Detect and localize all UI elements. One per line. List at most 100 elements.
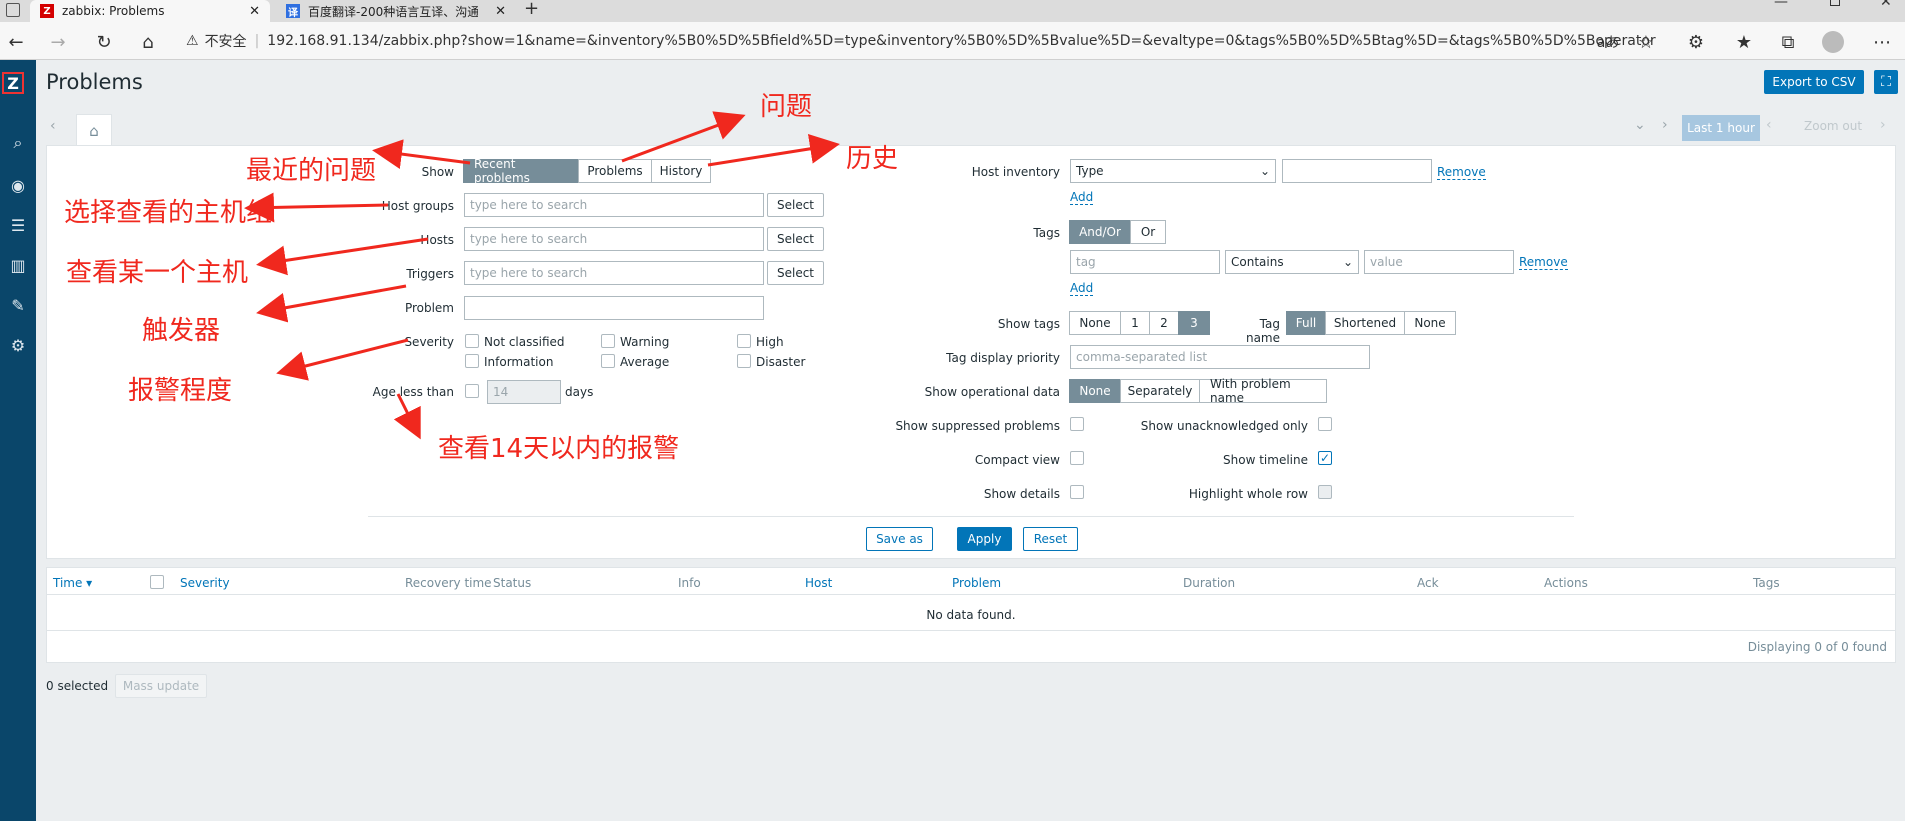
age-checkbox[interactable] [465, 384, 479, 398]
severity-high-label: High [756, 335, 784, 349]
inventory-list-icon[interactable]: ☰ [0, 213, 36, 237]
select-all-checkbox[interactable] [150, 575, 164, 589]
close-icon[interactable]: ✕ [249, 4, 260, 19]
severity-high-checkbox[interactable] [737, 334, 751, 348]
administration-gear-icon[interactable]: ⚙ [0, 333, 36, 357]
op-data-none[interactable]: None [1069, 379, 1121, 403]
time-last-1-hour[interactable]: Last 1 hour [1682, 115, 1760, 141]
tags-or[interactable]: Or [1130, 220, 1166, 244]
host-groups-select-button[interactable]: Select [767, 193, 824, 217]
tab-actions-icon[interactable] [6, 3, 20, 17]
tag-input[interactable]: tag [1070, 250, 1220, 274]
url-field[interactable]: ⚠ 不安全 | 192.168.91.134/zabbix.php?show=1… [186, 27, 1656, 55]
save-as-button[interactable]: Save as [866, 527, 933, 551]
favorites-icon[interactable]: ★ [1732, 30, 1756, 54]
time-next-icon[interactable]: › [1880, 117, 1886, 133]
hosts-select-button[interactable]: Select [767, 227, 824, 251]
suppressed-checkbox[interactable] [1070, 417, 1084, 431]
inventory-remove-link[interactable]: Remove [1437, 165, 1486, 180]
tag-operator-select[interactable]: Contains ⌄ [1225, 250, 1359, 274]
extensions-icon[interactable]: ⚙ [1684, 30, 1708, 54]
monitoring-eye-icon[interactable]: ◉ [0, 173, 36, 197]
profile-avatar[interactable] [1822, 31, 1844, 53]
hosts-input[interactable]: type here to search [464, 227, 764, 251]
col-recovery-time: Recovery time [405, 576, 492, 590]
close-icon[interactable]: ✕ [495, 4, 506, 19]
op-data-with-name[interactable]: With problem name [1199, 377, 1327, 405]
filter-home-tab[interactable]: ⌂ [76, 114, 112, 146]
show-tags-3[interactable]: 3 [1178, 311, 1210, 335]
compact-checkbox[interactable] [1070, 451, 1084, 465]
export-csv-button[interactable]: Export to CSV [1764, 70, 1864, 94]
show-recent-problems[interactable]: Recent problems [463, 157, 579, 185]
more-menu-icon[interactable]: ⋯ [1870, 30, 1894, 54]
severity-warning-checkbox[interactable] [601, 334, 615, 348]
op-data-separately[interactable]: Separately [1120, 379, 1200, 403]
inventory-value-input[interactable] [1282, 159, 1432, 183]
severity-disaster-checkbox[interactable] [737, 354, 751, 368]
tag-name-shortened[interactable]: Shortened [1325, 311, 1405, 335]
back-icon[interactable]: ← [4, 30, 28, 54]
show-history[interactable]: History [651, 159, 711, 183]
selected-count: 0 selected [46, 679, 109, 693]
favorite-add-icon[interactable]: ☆ [1634, 30, 1658, 54]
tag-value-input[interactable]: value [1364, 250, 1514, 274]
tab-zabbix[interactable]: Z zabbix: Problems ✕ [30, 0, 270, 22]
fullscreen-icon[interactable]: ⛶ [1874, 70, 1898, 94]
problem-input[interactable] [464, 296, 764, 320]
refresh-icon[interactable]: ↻ [92, 30, 116, 54]
tags-and-or[interactable]: And/Or [1069, 220, 1131, 244]
annotation-recent: 最近的问题 [246, 156, 377, 186]
mass-update-button[interactable]: Mass update [115, 674, 207, 698]
host-groups-input[interactable]: type here to search [464, 193, 764, 217]
zabbix-logo-icon[interactable]: Z [2, 72, 24, 94]
show-tags-none[interactable]: None [1069, 311, 1121, 335]
reset-button[interactable]: Reset [1023, 527, 1078, 551]
forward-icon[interactable]: → [46, 30, 70, 54]
inventory-field-select[interactable]: Type ⌄ [1070, 159, 1276, 183]
tag-remove-link[interactable]: Remove [1519, 255, 1568, 270]
col-time[interactable]: Time ▾ [53, 576, 92, 590]
tag-name-none[interactable]: None [1404, 311, 1456, 335]
triggers-select-button[interactable]: Select [767, 261, 824, 285]
minimize-icon[interactable]: — [1774, 0, 1788, 10]
tab-next-icon[interactable]: › [1662, 117, 1668, 133]
search-icon[interactable]: ⌕ [0, 131, 36, 155]
col-severity[interactable]: Severity [180, 576, 230, 590]
unack-checkbox[interactable] [1318, 417, 1332, 431]
inventory-add-link[interactable]: Add [1070, 190, 1094, 205]
home-icon[interactable]: ⌂ [136, 30, 160, 54]
problems-table: Time ▾ Severity Recovery time Status Inf… [46, 567, 1896, 663]
age-days-input[interactable]: 14 [487, 380, 561, 404]
zoom-out-button[interactable]: Zoom out [1804, 119, 1862, 133]
timeline-checkbox[interactable]: ✓ [1318, 451, 1332, 465]
reports-chart-icon[interactable]: ▥ [0, 253, 36, 277]
col-actions: Actions [1544, 576, 1588, 590]
tag-name-full[interactable]: Full [1286, 311, 1326, 335]
highlight-checkbox[interactable] [1318, 485, 1332, 499]
col-problem[interactable]: Problem [952, 576, 1001, 590]
read-aloud-icon[interactable]: aあ [1596, 30, 1620, 54]
time-prev-icon[interactable]: ‹ [1766, 117, 1772, 133]
tag-add-link[interactable]: Add [1070, 281, 1094, 296]
collections-icon[interactable]: ⧉ [1776, 30, 1800, 54]
chevron-down-icon[interactable]: ⌄ [1634, 117, 1646, 133]
tag-priority-input[interactable]: comma-separated list [1070, 345, 1370, 369]
new-tab-icon[interactable]: + [524, 0, 539, 19]
show-tags-2[interactable]: 2 [1149, 311, 1179, 335]
severity-not-classified-checkbox[interactable] [465, 334, 479, 348]
tab-baidu[interactable]: 译 百度翻译-200种语言互译、沟通... ✕ [276, 0, 516, 22]
severity-information-checkbox[interactable] [465, 354, 479, 368]
details-checkbox[interactable] [1070, 485, 1084, 499]
col-status: Status [493, 576, 532, 590]
show-problems[interactable]: Problems [578, 159, 652, 183]
configuration-wrench-icon[interactable]: ✎ [0, 293, 36, 317]
triggers-input[interactable]: type here to search [464, 261, 764, 285]
severity-average-checkbox[interactable] [601, 354, 615, 368]
tab-prev-icon[interactable]: ‹ [50, 118, 56, 134]
apply-button[interactable]: Apply [957, 527, 1012, 551]
col-host[interactable]: Host [805, 576, 832, 590]
restore-icon[interactable] [1830, 0, 1840, 6]
window-close-icon[interactable]: ✕ [1880, 0, 1892, 10]
show-tags-1[interactable]: 1 [1120, 311, 1150, 335]
